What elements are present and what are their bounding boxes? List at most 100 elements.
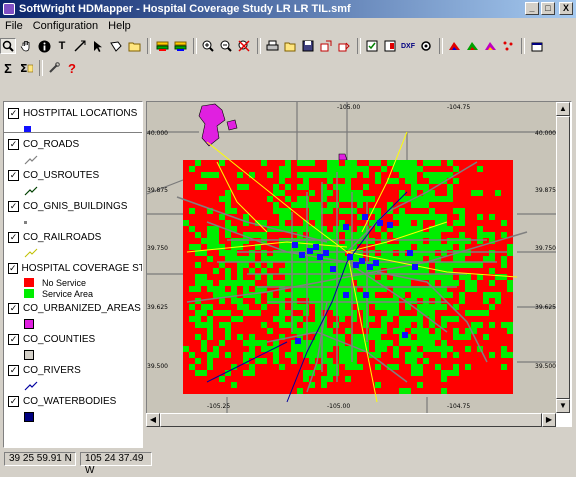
layer-co-usroutes[interactable]: ✓ CO_USROUTES — [8, 169, 142, 197]
hospital-marker[interactable] — [387, 222, 393, 228]
hospital-marker[interactable] — [412, 264, 418, 270]
coverage-cell-service — [303, 262, 309, 268]
layer-checkbox[interactable]: ✓ — [8, 303, 19, 314]
sum-icon[interactable]: Σ — [0, 60, 16, 76]
zoom-in-icon[interactable] — [200, 38, 216, 54]
layer-checkbox[interactable]: ✓ — [8, 396, 19, 407]
scroll-up-button[interactable]: ▲ — [556, 102, 570, 116]
vertical-scroll-thumb[interactable] — [556, 116, 570, 399]
coverage-cell-service — [279, 268, 285, 274]
hospital-marker[interactable] — [343, 224, 349, 230]
layer-checkbox[interactable]: ✓ — [8, 334, 19, 345]
coverage-icon[interactable] — [446, 38, 462, 54]
search-icon[interactable] — [0, 38, 16, 54]
layer-add-icon[interactable] — [154, 38, 170, 54]
layer-checkbox[interactable]: ✓ — [8, 365, 19, 376]
coverage-cell-service — [249, 334, 255, 340]
horizontal-scroll-thumb[interactable] — [160, 413, 542, 427]
scroll-down-button[interactable]: ▼ — [556, 399, 570, 413]
layer-checkbox[interactable]: ✓ — [8, 232, 19, 243]
hospital-marker[interactable] — [377, 220, 383, 226]
open-folder-icon[interactable] — [282, 38, 298, 54]
menu-file[interactable]: File — [0, 20, 28, 32]
zoom-out-icon[interactable] — [218, 38, 234, 54]
dxf-icon[interactable]: DXF — [400, 38, 416, 54]
layer-hospital-coverage-study[interactable]: ✓HOSPITAL COVERAGE STUDY No Service Serv… — [8, 262, 142, 299]
vertical-scrollbar[interactable]: ▲ ▼ — [556, 102, 570, 413]
coverage-cell-service — [225, 208, 231, 214]
hospital-marker[interactable] — [343, 292, 349, 298]
print-icon[interactable] — [264, 38, 280, 54]
hospital-marker[interactable] — [330, 266, 336, 272]
layer-checkbox[interactable]: ✓ — [8, 108, 19, 119]
hospital-marker[interactable] — [292, 242, 298, 248]
select-arrow-icon[interactable] — [90, 38, 106, 54]
help-icon[interactable]: ? — [64, 60, 80, 76]
gear-icon[interactable] — [418, 38, 434, 54]
hospital-marker[interactable] — [295, 338, 301, 344]
layer-co-gnis-buildings[interactable]: ✓ CO_GNIS_BUILDINGS — [8, 200, 142, 228]
layer-checkbox[interactable]: ✓ — [8, 201, 19, 212]
check-icon[interactable] — [364, 38, 380, 54]
hospital-marker[interactable] — [323, 250, 329, 256]
export-icon[interactable] — [318, 38, 334, 54]
app-icon[interactable] — [3, 3, 15, 15]
sum-edit-icon[interactable]: Σ — [18, 60, 34, 76]
point-icon[interactable] — [500, 38, 516, 54]
coverage-cell-service — [453, 256, 459, 262]
hospital-marker[interactable] — [353, 262, 359, 268]
scroll-left-button[interactable]: ◀ — [146, 413, 160, 427]
layer-checkbox[interactable]: ✓ — [8, 263, 18, 274]
hospital-marker[interactable] — [373, 260, 379, 266]
layer-co-waterbodies[interactable]: ✓ CO_WATERBODIES — [8, 395, 142, 423]
maximize-button[interactable]: □ — [541, 2, 555, 15]
coverage-cell-service — [507, 322, 513, 328]
hospital-marker[interactable] — [307, 248, 313, 254]
window-icon[interactable] — [528, 38, 544, 54]
hospital-marker[interactable] — [347, 254, 353, 260]
hospital-marker[interactable] — [402, 332, 408, 338]
text-tool-icon[interactable]: T — [54, 38, 70, 54]
hospital-marker[interactable] — [317, 254, 323, 260]
hospital-marker[interactable] — [363, 292, 369, 298]
hospital-marker[interactable] — [367, 264, 373, 270]
map-canvas[interactable]: 40.000 40.000 39.875 39.875 39.750 39.750 39.6… — [147, 102, 557, 413]
title-bar[interactable]: SoftWright HDMapper - Hospital Coverage … — [0, 0, 576, 18]
import-icon[interactable] — [336, 38, 352, 54]
hospital-marker[interactable] — [313, 244, 319, 250]
horizontal-scrollbar[interactable]: ◀ ▶ — [146, 413, 556, 427]
map-view[interactable]: 40.000 40.000 39.875 39.875 39.750 39.750 39.6… — [146, 101, 572, 427]
layer-edit-icon[interactable] — [172, 38, 188, 54]
layer-co-urbanized-areas[interactable]: ✓ CO_URBANIZED_AREAS — [8, 302, 142, 330]
report-icon[interactable] — [382, 38, 398, 54]
menu-help[interactable]: Help — [103, 20, 136, 32]
minimize-button[interactable]: _ — [525, 2, 539, 15]
line-tool-icon[interactable] — [72, 38, 88, 54]
coverage-cell-service — [189, 352, 195, 358]
study-icon[interactable] — [464, 38, 480, 54]
menu-configuration[interactable]: Configuration — [28, 20, 103, 32]
layer-co-rivers[interactable]: ✓ CO_RIVERS — [8, 364, 142, 392]
profile-icon[interactable] — [482, 38, 498, 54]
hospital-marker[interactable] — [407, 250, 413, 256]
save-icon[interactable] — [300, 38, 316, 54]
pan-hand-icon[interactable] — [18, 38, 34, 54]
layer-folder-icon[interactable] — [126, 38, 142, 54]
coverage-cell-service — [195, 262, 201, 268]
layer-co-roads[interactable]: ✓ CO_ROADS — [8, 138, 142, 166]
layer-checkbox[interactable]: ✓ — [8, 170, 19, 181]
hospital-marker[interactable] — [362, 214, 368, 220]
hospital-marker[interactable] — [299, 252, 305, 258]
layer-hospital-locations[interactable]: ✓ HOSTPITAL LOCATIONS — [8, 107, 142, 135]
layer-co-railroads[interactable]: ✓ CO_RAILROADS — [8, 231, 142, 259]
polygon-tool-icon[interactable] — [108, 38, 124, 54]
zoom-extent-icon[interactable] — [236, 38, 252, 54]
hospital-marker[interactable] — [359, 258, 365, 264]
coverage-cell-service — [411, 328, 417, 334]
close-button[interactable]: X — [559, 2, 573, 15]
tools-icon[interactable] — [46, 60, 62, 76]
scroll-right-button[interactable]: ▶ — [542, 413, 556, 427]
layer-checkbox[interactable]: ✓ — [8, 139, 19, 150]
info-icon[interactable] — [36, 38, 52, 54]
layer-co-counties[interactable]: ✓ CO_COUNTIES — [8, 333, 142, 361]
